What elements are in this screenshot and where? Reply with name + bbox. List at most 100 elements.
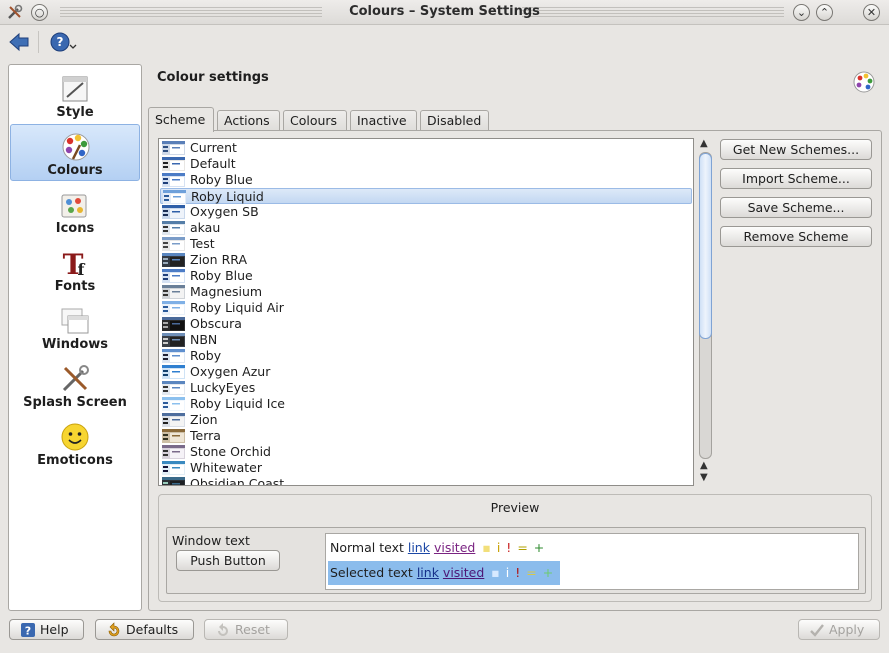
scheme-item[interactable]: Roby Liquid Ice — [160, 396, 692, 412]
scheme-item[interactable]: Obsidian Coast — [160, 476, 692, 485]
import-scheme-button[interactable]: Import Scheme... — [720, 168, 872, 189]
scheme-item[interactable]: Roby — [160, 348, 692, 364]
preview-link: link — [407, 540, 430, 555]
scheme-item[interactable]: LuckyEyes — [160, 380, 692, 396]
scheme-name: Whitewater — [190, 460, 262, 475]
tab-label: Inactive — [357, 113, 407, 128]
scheme-item[interactable]: Current — [160, 140, 692, 156]
tab-label: Disabled — [427, 113, 482, 128]
scheme-preview-icon — [162, 461, 185, 475]
scroll-down-icon[interactable]: ▼ — [700, 472, 708, 483]
scheme-name: akau — [190, 220, 221, 235]
scheme-item[interactable]: Roby Liquid — [160, 188, 692, 204]
scheme-preview-icon — [162, 205, 185, 219]
reset-label: Reset — [235, 622, 270, 637]
emoticons-icon — [61, 423, 89, 451]
preview-selected-text: Selected text — [330, 565, 413, 580]
colours-icon — [62, 133, 90, 161]
scheme-item[interactable]: Default — [160, 156, 692, 172]
scheme-preview-icon — [162, 141, 185, 155]
preview-push-button[interactable]: Push Button — [176, 550, 280, 571]
close-icon[interactable]: ✕ — [863, 4, 880, 21]
preview-normal-text: Normal text — [330, 540, 404, 555]
tab-inactive[interactable]: Inactive — [350, 110, 417, 132]
sidebar-item-windows[interactable]: Windows — [10, 299, 140, 356]
scheme-preview-icon — [162, 173, 185, 187]
preview-selected-positive-symbol: + — [542, 565, 554, 580]
scroll-up-icon[interactable]: ▲ — [700, 138, 708, 149]
sidebar-item-emoticons[interactable]: Emoticons — [10, 415, 140, 472]
title-bar: ○ Colours – System Settings ⌄ ⌃ ✕ — [0, 0, 889, 25]
scheme-preview-icon — [162, 477, 185, 485]
defaults-label: Defaults — [126, 622, 179, 637]
scheme-item[interactable]: Roby Liquid Air — [160, 300, 692, 316]
scheme-item[interactable]: akau — [160, 220, 692, 236]
remove-scheme-button[interactable]: Remove Scheme — [720, 226, 872, 247]
scheme-item[interactable]: Stone Orchid — [160, 444, 692, 460]
fonts-icon: T f — [63, 248, 86, 279]
scheme-name: Zion — [190, 412, 218, 427]
apply-button[interactable]: Apply — [798, 619, 880, 640]
scheme-name: Roby Liquid Air — [190, 300, 284, 315]
reset-button[interactable]: Reset — [204, 619, 288, 640]
scheme-item[interactable]: Oxygen Azur — [160, 364, 692, 380]
scheme-preview-icon — [162, 349, 185, 363]
scheme-name: Test — [190, 236, 215, 251]
tab-label: Actions — [224, 113, 270, 128]
preview-selected-active-symbol: i — [505, 565, 510, 580]
preview-active-symbol: i — [496, 540, 501, 555]
svg-text:?: ? — [57, 35, 64, 49]
save-scheme-button[interactable]: Save Scheme... — [720, 197, 872, 218]
scroll-up-icon[interactable]: ▲ — [700, 460, 708, 471]
help-menu-icon[interactable]: ? — [50, 31, 78, 53]
scrollbar-handle[interactable] — [699, 153, 712, 339]
get-new-schemes-button[interactable]: Get New Schemes... — [720, 139, 872, 160]
scheme-name: Oxygen SB — [190, 204, 259, 219]
scheme-item[interactable]: Roby Blue — [160, 172, 692, 188]
sidebar-item-fonts[interactable]: T f Fonts — [10, 241, 140, 298]
scheme-name: Obscura — [190, 316, 242, 331]
scheme-item[interactable]: NBN — [160, 332, 692, 348]
sidebar-item-label: Colours — [47, 163, 103, 178]
scheme-list[interactable]: Current Default Roby Blue Roby Liquid Oxygen… — [158, 138, 694, 486]
sidebar-item-icons[interactable]: Icons — [10, 183, 140, 240]
scheme-item[interactable]: Oxygen SB — [160, 204, 692, 220]
scheme-preview-icon — [162, 301, 185, 315]
scheme-item[interactable]: Test — [160, 236, 692, 252]
help-button[interactable]: ? Help — [9, 619, 84, 640]
scheme-item[interactable]: Zion — [160, 412, 692, 428]
minimize-icon[interactable]: ⌄ — [793, 4, 810, 21]
scheme-list-scrollbar[interactable]: ▲ ▲ ▼ — [697, 138, 714, 486]
sidebar-item-label: Emoticons — [37, 453, 113, 468]
scheme-name: Roby Blue — [190, 268, 253, 283]
scheme-name: Roby Blue — [190, 172, 253, 187]
scheme-item[interactable]: Magnesium — [160, 284, 692, 300]
preview-selected-neutral-symbol: ▪ — [491, 565, 500, 580]
tab-label: Scheme — [155, 112, 206, 127]
maximize-icon[interactable]: ⌃ — [816, 4, 833, 21]
scheme-item[interactable]: Roby Blue — [160, 268, 692, 284]
sidebar-item-colours[interactable]: Colours — [10, 124, 140, 181]
scheme-item[interactable]: Obscura — [160, 316, 692, 332]
tab-disabled[interactable]: Disabled — [420, 110, 489, 132]
tab-actions[interactable]: Actions — [217, 110, 280, 132]
preview-title: Preview — [490, 500, 540, 515]
defaults-button[interactable]: Defaults — [95, 619, 194, 640]
scheme-item[interactable]: Whitewater — [160, 460, 692, 476]
scheme-name: Zion RRA — [190, 252, 247, 267]
scheme-name: Roby — [190, 348, 222, 363]
scheme-item[interactable]: Zion RRA — [160, 252, 692, 268]
tab-scheme[interactable]: Scheme — [148, 107, 214, 132]
sidebar-item-label: Style — [56, 105, 94, 120]
scheme-preview-icon — [163, 190, 186, 204]
back-arrow-icon[interactable] — [8, 31, 30, 53]
sidebar-item-style[interactable]: Style — [10, 67, 140, 124]
scheme-preview-icon — [162, 365, 185, 379]
preview-text-view: Normal text link visited ▪ i! = + Selected … — [325, 533, 859, 590]
tab-colours[interactable]: Colours — [283, 110, 347, 132]
sidebar-item-splash-screen[interactable]: Splash Screen — [10, 357, 140, 414]
scheme-preview-icon — [162, 429, 185, 443]
scheme-name: LuckyEyes — [190, 380, 256, 395]
scheme-item[interactable]: Terra — [160, 428, 692, 444]
preview-positive-symbol: + — [533, 540, 545, 555]
